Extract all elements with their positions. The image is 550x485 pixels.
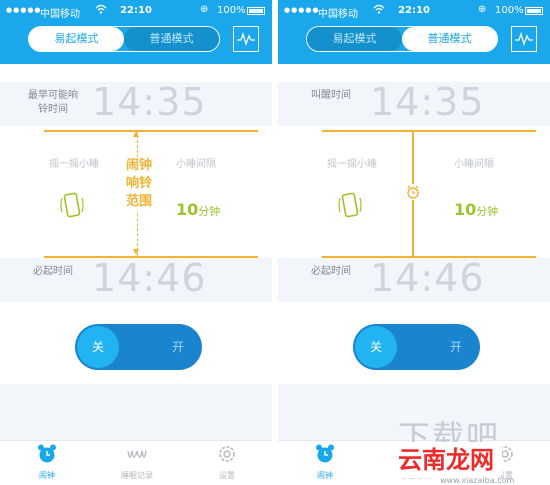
wake-time-value[interactable]: 14:35	[370, 80, 485, 124]
app-header: ●●●●● 中国移动 22:10 ⊕ 100% 易起模式 普通模式	[0, 0, 272, 64]
tab-alarm[interactable]: 闹钟	[17, 443, 77, 481]
shake-phone-icon[interactable]	[60, 190, 84, 224]
alarm-clock-icon	[38, 444, 56, 463]
snooze-interval-label: 小睡间隔	[454, 159, 494, 170]
snooze-interval-value[interactable]: 10分钟	[454, 200, 498, 219]
snooze-interval-unit: 分钟	[198, 205, 221, 218]
must-wake-time-label: 必起时间	[311, 266, 351, 277]
battery-icon	[525, 7, 543, 15]
earliest-ring-time-row[interactable]: 最早可能响铃时间 14:35	[0, 80, 272, 126]
app-header: ●●●●● 中国移动 22:10 ⊕ 100% 易起模式 普通模式	[278, 0, 550, 64]
watermark-badge: 云南龙网	[390, 442, 502, 478]
mode-segmented-control: 易起模式 普通模式	[28, 26, 220, 52]
orientation-lock-icon: ⊕	[478, 4, 487, 15]
wake-time-label: 叫醒时间	[311, 90, 351, 101]
sleep-chart-button[interactable]	[233, 26, 259, 52]
alarm-clock-icon	[405, 184, 421, 200]
shake-snooze-label: 摇一摇小睡	[49, 159, 99, 170]
snooze-interval-value[interactable]: 10分钟	[176, 200, 220, 219]
tab-normal-mode[interactable]: 普通模式	[124, 27, 219, 51]
toggle-on-label: 开	[171, 340, 184, 354]
phone-screen-smart-mode: ●●●●● 中国移动 22:10 ⊕ 100% 易起模式 普通模式 最早可能响铃…	[0, 0, 272, 484]
shake-phone-icon[interactable]	[338, 190, 362, 224]
battery-percent: 100%	[217, 5, 246, 16]
battery-icon	[247, 7, 265, 15]
tab-sleep-record[interactable]: 睡眠记录	[107, 443, 167, 481]
earliest-ring-time-value[interactable]: 14:35	[92, 80, 207, 124]
range-top-line	[322, 130, 536, 132]
wave-chart-icon	[515, 31, 533, 47]
shake-snooze-label: 摇一摇小睡	[327, 159, 377, 170]
alarm-range-label: 闹钟响铃范围	[124, 157, 154, 211]
wake-time-row[interactable]: 叫醒时间 14:35	[278, 80, 550, 126]
gear-icon	[219, 446, 235, 462]
snooze-interval-unit: 分钟	[476, 205, 499, 218]
status-bar: ●●●●● 中国移动 22:10 ⊕ 100%	[0, 0, 272, 22]
site-watermark: 下载吧 云南龙网 www.xiazaiba.com	[380, 412, 550, 485]
orientation-lock-icon: ⊕	[200, 4, 209, 15]
tab-alarm[interactable]: 闹钟	[295, 443, 355, 481]
alarm-clock-icon	[316, 444, 334, 463]
arrow-up-icon: ▲	[133, 129, 140, 138]
mode-segmented-control: 易起模式 普通模式	[306, 26, 498, 52]
alarm-toggle[interactable]: 关 开	[353, 324, 480, 370]
tab-bar: 闹钟 睡眠记录 设置	[0, 440, 272, 484]
toggle-off-label: 关	[369, 340, 382, 354]
toggle-off-label: 关	[91, 340, 104, 354]
tab-settings[interactable]: 设置	[197, 443, 257, 481]
status-bar: ●●●●● 中国移动 22:10 ⊕ 100%	[278, 0, 550, 22]
tab-smart-wake-mode[interactable]: 易起模式	[29, 27, 124, 51]
snooze-interval-number: 10	[176, 200, 199, 219]
must-wake-time-row[interactable]: 必起时间 14:46	[278, 256, 550, 302]
range-top-line	[44, 130, 258, 132]
tab-smart-wake-mode[interactable]: 易起模式	[307, 27, 402, 51]
must-wake-time-value[interactable]: 14:46	[370, 256, 485, 300]
must-wake-time-label: 必起时间	[33, 266, 73, 277]
earliest-ring-time-label: 最早可能响铃时间	[28, 90, 78, 115]
snooze-interval-number: 10	[454, 200, 477, 219]
lower-panel	[0, 384, 272, 440]
arrow-down-icon: ▼	[133, 247, 140, 256]
tab-alarm-label: 闹钟	[317, 471, 333, 480]
toggle-on-label: 开	[449, 340, 462, 354]
must-wake-time-value[interactable]: 14:46	[92, 256, 207, 300]
tab-normal-mode[interactable]: 普通模式	[402, 27, 497, 51]
tab-alarm-label: 闹钟	[39, 471, 55, 480]
sleep-wave-icon	[127, 450, 147, 458]
tab-sleep-record-label: 睡眠记录	[121, 471, 153, 480]
tab-settings-label: 设置	[219, 471, 235, 480]
battery-percent: 100%	[495, 5, 524, 16]
snooze-interval-label: 小睡间隔	[176, 159, 216, 170]
sleep-chart-button[interactable]	[511, 26, 537, 52]
must-wake-time-row[interactable]: 必起时间 14:46	[0, 256, 272, 302]
alarm-toggle[interactable]: 关 开	[75, 324, 202, 370]
wave-chart-icon	[237, 31, 255, 47]
